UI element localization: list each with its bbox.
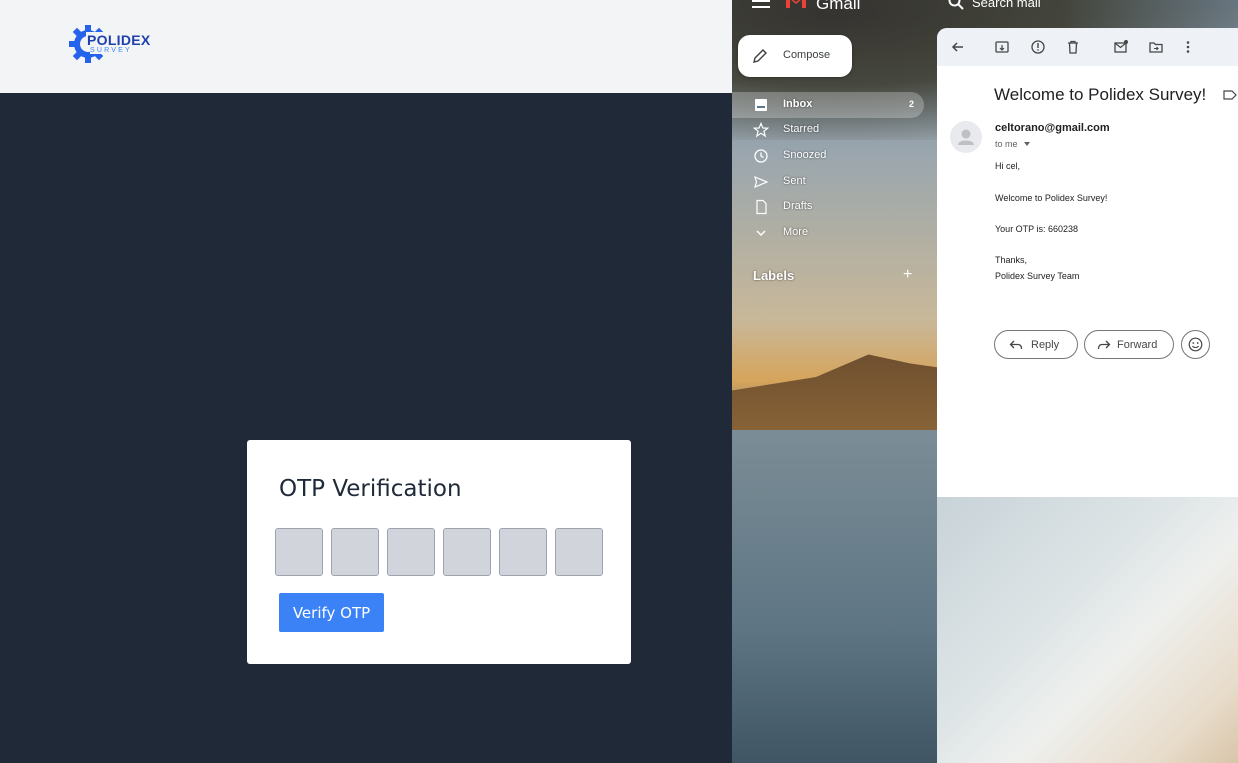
sidebar-item-drafts[interactable]: Drafts [732,194,932,220]
gmail-topbar: Gmail Search mail [732,0,1238,14]
delete-icon[interactable] [1065,39,1081,55]
gmail-logo-icon[interactable] [784,0,808,10]
message-toolbar [937,28,1238,66]
pencil-icon [753,49,767,63]
move-to-folder-icon[interactable] [1148,39,1164,55]
send-icon [754,175,769,189]
unread-count-badge: 2 [908,99,914,109]
menu-icon[interactable] [752,0,770,8]
recipient-label: to me [995,139,1018,149]
sidebar-item-label: Inbox [783,98,813,110]
compose-button[interactable]: Compose [738,35,852,77]
sidebar-item-sent[interactable]: Sent [732,169,932,195]
add-reaction-button[interactable] [1181,330,1210,359]
theme-sea [732,430,942,763]
chevron-down-icon [756,230,766,236]
search-input[interactable]: Search mail [972,0,1041,10]
otp-digit-4[interactable] [443,528,491,576]
label-tag-icon[interactable] [1223,88,1237,102]
recipient-details-caret-icon[interactable] [1024,142,1030,146]
sidebar-item-label: Snoozed [783,149,827,161]
verify-otp-button[interactable]: Verify OTP [279,593,384,632]
draft-icon [756,199,767,215]
sidebar-item-snoozed[interactable]: Snoozed [732,143,932,169]
message-body-line: Polidex Survey Team [995,271,1080,281]
forward-arrow-icon [1097,340,1111,350]
otp-card: OTP Verification Verify OTP [247,440,631,664]
forward-button[interactable]: Forward [1084,330,1174,359]
reply-label: Reply [1031,339,1060,351]
search-icon[interactable] [948,0,964,10]
polidex-logo[interactable]: POLIDEX SURVEY [68,22,158,66]
labels-heading: Labels [753,268,795,283]
report-spam-icon[interactable] [1030,39,1046,55]
message-body-otp-line: Your OTP is: 660238 [995,224,1079,234]
archive-icon[interactable] [994,39,1010,55]
reply-arrow-icon [1009,340,1023,350]
message-reading-pane: Welcome to Polidex Survey! celtorano@gma… [937,28,1238,497]
sidebar-item-more[interactable]: More [732,220,932,246]
logo-wordmark: POLIDEX [86,32,152,48]
logo-subtitle: SURVEY [90,47,132,54]
clock-icon [754,149,768,163]
more-options-icon[interactable] [1180,39,1196,55]
message-body-line: Hi cel, [995,161,1021,171]
gmail-wordmark: Gmail [816,0,861,13]
otp-digit-1[interactable] [275,528,323,576]
sidebar-item-starred[interactable]: Starred [732,117,932,143]
sender-email: celtorano@gmail.com [995,122,1110,134]
otp-digit-2[interactable] [331,528,379,576]
forward-label: Forward [1117,339,1158,351]
sidebar-item-label: More [783,226,809,238]
compose-label: Compose [783,49,831,61]
otp-digit-6[interactable] [555,528,603,576]
inbox-icon [755,99,767,111]
star-icon [753,122,769,138]
otp-digit-5[interactable] [499,528,547,576]
theme-shore [937,497,1238,763]
sidebar-item-label: Starred [783,123,820,135]
person-icon [958,129,974,145]
polidex-app: POLIDEX SURVEY OTP Verification Verify O… [0,0,732,763]
otp-digit-3[interactable] [387,528,435,576]
message-body-line: Thanks, [995,255,1028,265]
back-arrow-icon[interactable] [950,39,966,55]
app-header: POLIDEX SURVEY [0,0,732,93]
otp-title: OTP Verification [279,476,462,502]
sidebar-item-label: Drafts [783,200,813,212]
sidebar-item-label: Sent [783,175,806,187]
message-subject: Welcome to Polidex Survey! [994,85,1207,104]
smiley-icon [1188,337,1203,352]
sidebar-item-inbox[interactable]: Inbox 2 [732,92,924,118]
mark-unread-icon[interactable] [1113,39,1129,55]
add-label-icon[interactable]: + [903,266,912,284]
gmail-window: Gmail Search mail Compose Inbox 2 Starre… [732,0,1238,763]
message-body-line: Welcome to Polidex Survey! [995,193,1108,203]
reply-button[interactable]: Reply [994,330,1078,359]
sender-avatar [950,121,982,153]
